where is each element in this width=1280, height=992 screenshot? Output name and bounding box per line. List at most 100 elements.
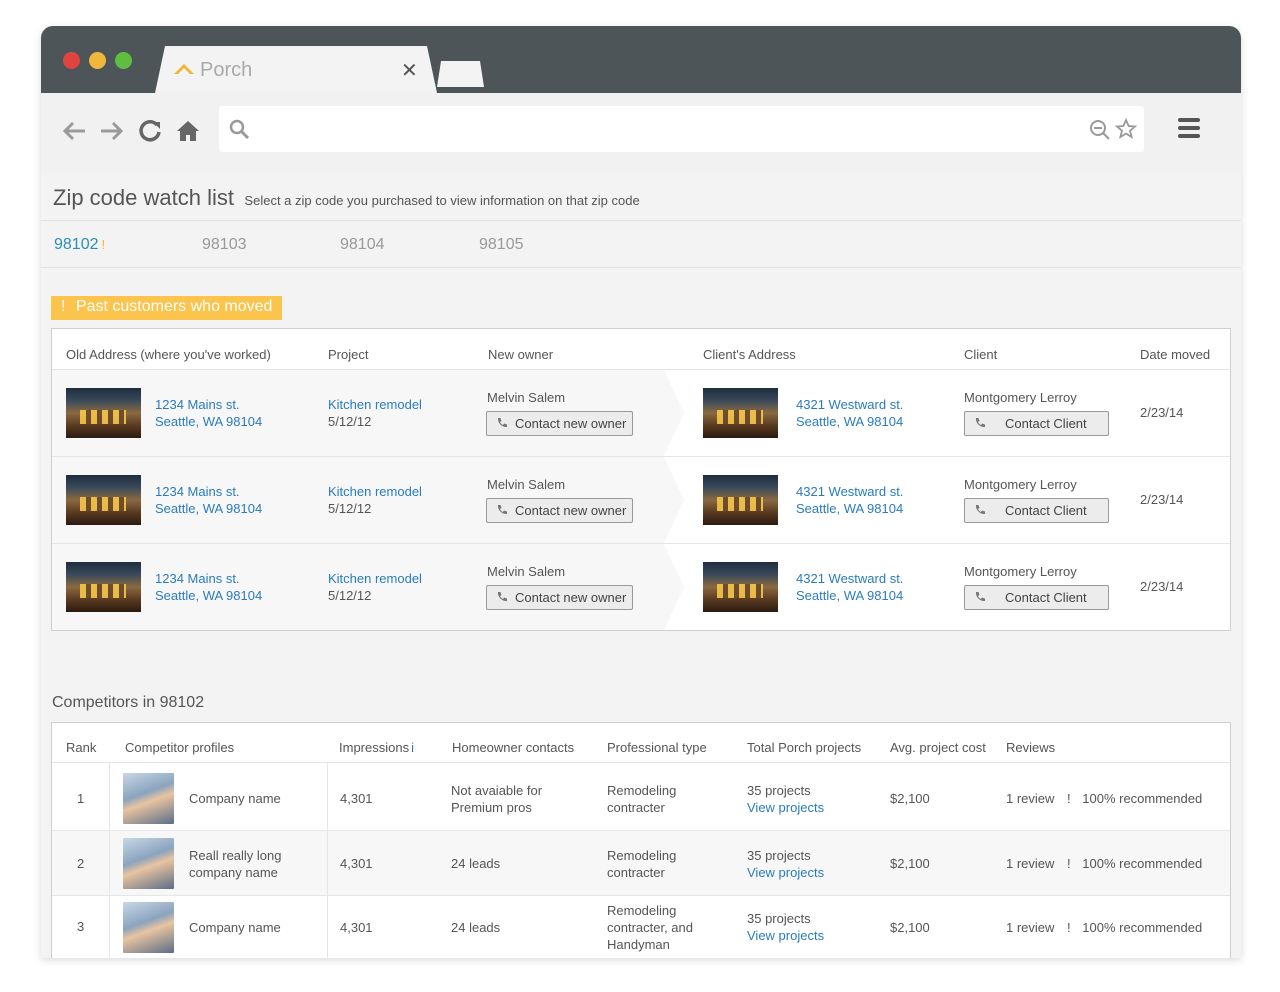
reviews-link[interactable]: 1 review <box>1006 919 1054 936</box>
project-link[interactable]: Kitchen remodel <box>328 483 422 500</box>
client-name: Montgomery Lerroy <box>964 564 1077 579</box>
column-header: Avg. project cost <box>890 740 986 755</box>
client-address-line2: Seattle, WA 98104 <box>796 588 904 603</box>
column-header: Rank <box>66 740 97 755</box>
zip-tab-98102[interactable]: 98102! <box>54 236 105 254</box>
tab-title: Porch <box>200 59 253 81</box>
tab-close-icon[interactable]: ✕ <box>401 58 418 83</box>
contact-client-button[interactable]: Contact Client <box>964 498 1109 523</box>
zip-tab-98104[interactable]: 98104 <box>340 236 385 254</box>
homeowner-contacts: 24 leads <box>451 920 501 935</box>
menu-icon[interactable] <box>1177 116 1201 140</box>
past-customers-badge: ! Past customers who moved <box>51 296 283 320</box>
projects-cell: 35 projects View projects <box>747 782 824 816</box>
project-link[interactable]: Kitchen remodel <box>328 396 422 413</box>
home-icon[interactable] <box>173 116 203 146</box>
info-icon[interactable]: i <box>411 740 414 755</box>
project-cell: Kitchen remodel 5/12/12 <box>328 570 422 604</box>
recommended-icon: ! <box>1067 791 1071 806</box>
forward-arrow-icon[interactable] <box>97 116 127 146</box>
contact-new-owner-button[interactable]: Contact new owner <box>486 585 634 610</box>
client-address-line1: 4321 Westward st. <box>796 397 904 412</box>
maximize-window-button[interactable] <box>115 52 132 69</box>
zoom-out-icon[interactable] <box>1089 119 1111 141</box>
old-address[interactable]: 1234 Mains st. Seattle, WA 98104 <box>155 483 262 517</box>
company-name[interactable]: Reall really long company name <box>189 847 309 881</box>
column-header: Client <box>964 347 998 362</box>
back-arrow-icon[interactable] <box>59 116 89 146</box>
client-address-line2: Seattle, WA 98104 <box>796 501 904 516</box>
button-label: Contact new owner <box>515 503 627 518</box>
table-row: 1234 Mains st. Seattle, WA 98104 Kitchen… <box>52 543 1230 630</box>
house-photo <box>66 475 141 525</box>
contact-new-owner-button[interactable]: Contact new owner <box>486 498 634 523</box>
house-photo <box>703 562 778 612</box>
project-date: 5/12/12 <box>328 588 372 603</box>
column-header: Date moved <box>1140 347 1211 362</box>
browser-titlebar: Porch ✕ <box>41 26 1241 93</box>
client-address[interactable]: 4321 Westward st. Seattle, WA 98104 <box>796 570 903 604</box>
old-address-line2: Seattle, WA 98104 <box>155 501 263 516</box>
table-row: 1 Company name 4,301 Not avaiable for Pr… <box>52 762 1230 830</box>
company-name[interactable]: Company name <box>189 790 281 807</box>
contact-client-button[interactable]: Contact Client <box>964 585 1109 610</box>
view-projects-link[interactable]: View projects <box>747 864 824 881</box>
old-address-line2: Seattle, WA 98104 <box>155 588 263 603</box>
table-row: 1234 Mains st. Seattle, WA 98104 Kitchen… <box>52 369 1230 456</box>
browser-tab-porch[interactable]: Porch ✕ <box>155 46 437 93</box>
button-label: Contact Client <box>1005 590 1087 605</box>
new-owner-name: Melvin Salem <box>487 564 566 579</box>
column-header: Old Address (where you've worked) <box>66 347 271 362</box>
new-owner-name: Melvin Salem <box>487 477 566 492</box>
project-link[interactable]: Kitchen remodel <box>328 570 422 587</box>
contact-new-owner-button[interactable]: Contact new owner <box>486 411 634 436</box>
column-header: Client's Address <box>703 347 796 362</box>
reviews-link[interactable]: 1 review <box>1006 790 1054 807</box>
bookmark-star-icon[interactable] <box>1115 118 1137 140</box>
browser-toolbar <box>41 93 1241 172</box>
page-title: Zip code watch list <box>53 185 234 210</box>
project-cell: Kitchen remodel 5/12/12 <box>328 483 422 517</box>
impressions: 4,301 <box>340 791 373 806</box>
column-header: Professional type <box>607 740 707 755</box>
view-projects-link[interactable]: View projects <box>747 799 824 816</box>
contact-client-button[interactable]: Contact Client <box>964 411 1109 436</box>
client-address[interactable]: 4321 Westward st. Seattle, WA 98104 <box>796 396 903 430</box>
avatar <box>123 902 174 953</box>
client-address-line1: 4321 Westward st. <box>796 484 904 499</box>
new-owner-name: Melvin Salem <box>487 390 566 405</box>
house-photo <box>703 475 778 525</box>
recommended: ! 100% recommended <box>1067 790 1202 807</box>
page-subtitle: Select a zip code you purchased to view … <box>244 193 640 208</box>
professional-type: Remodeling contracter <box>607 848 677 880</box>
competitors-table: Rank Competitor profiles Impressions i Ho… <box>51 722 1231 958</box>
zip-tab-98103[interactable]: 98103 <box>202 236 247 254</box>
company-name[interactable]: Company name <box>189 919 281 936</box>
avg-cost: $2,100 <box>890 856 930 871</box>
zip-tab-98105[interactable]: 98105 <box>479 236 524 254</box>
date-moved: 2/23/14 <box>1140 405 1184 420</box>
address-bar[interactable] <box>219 106 1144 152</box>
competitors-title: Competitors in 98102 <box>52 694 205 711</box>
professional-type: Remodeling contracter <box>607 783 677 815</box>
column-header: Project <box>328 347 369 362</box>
close-window-button[interactable] <box>63 52 80 69</box>
old-address-line1: 1234 Mains st. <box>155 484 240 499</box>
reviews-link[interactable]: 1 review <box>1006 855 1054 872</box>
homeowner-contacts: Not avaiable for Premium pros <box>451 783 543 815</box>
recommended-label: 100% recommended <box>1082 791 1203 806</box>
old-address[interactable]: 1234 Mains st. Seattle, WA 98104 <box>155 570 262 604</box>
recommended: ! 100% recommended <box>1067 855 1202 872</box>
table-row: 1234 Mains st. Seattle, WA 98104 Kitchen… <box>52 456 1230 543</box>
phone-icon <box>497 592 507 602</box>
projects-count: 35 projects <box>747 848 811 863</box>
old-address[interactable]: 1234 Mains st. Seattle, WA 98104 <box>155 396 262 430</box>
new-tab-button[interactable] <box>437 61 484 87</box>
client-address[interactable]: 4321 Westward st. Seattle, WA 98104 <box>796 483 903 517</box>
minimize-window-button[interactable] <box>89 52 106 69</box>
button-label: Contact new owner <box>515 416 627 431</box>
view-projects-link[interactable]: View projects <box>747 927 824 944</box>
reload-icon[interactable] <box>135 116 165 146</box>
date-moved: 2/23/14 <box>1140 579 1184 594</box>
alert-icon: ! <box>101 237 106 252</box>
